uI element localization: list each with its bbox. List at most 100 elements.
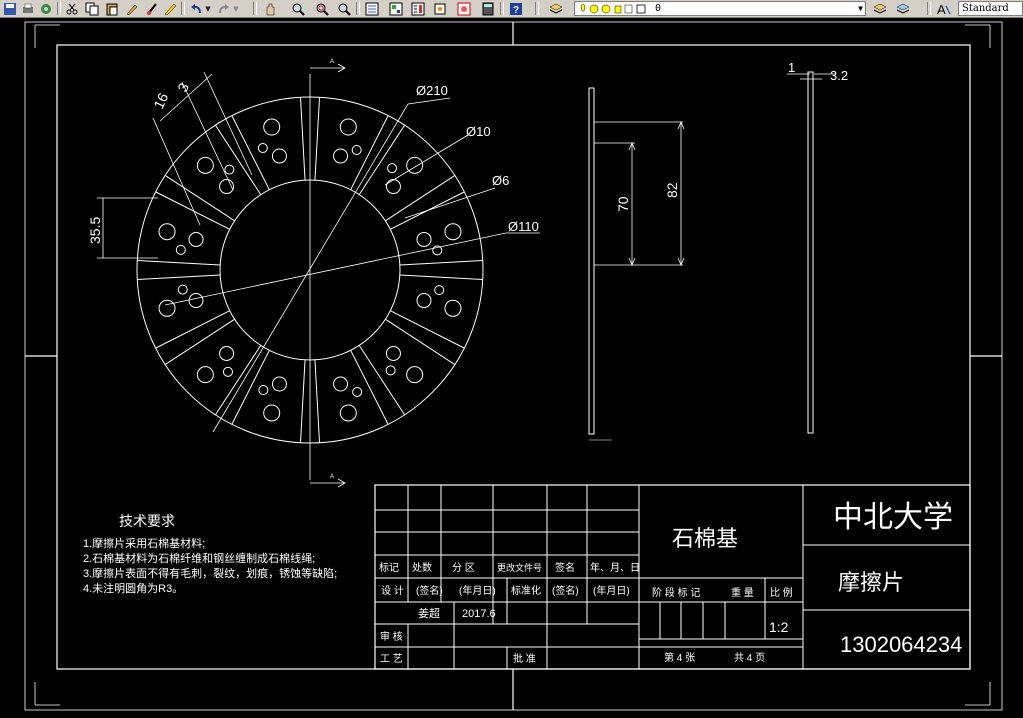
rivet-hole xyxy=(385,179,401,195)
rivet-hole xyxy=(271,148,287,164)
check-label: 审 核 xyxy=(380,630,403,643)
school-name: 中北大学 xyxy=(833,501,953,534)
undo-dropdown-icon[interactable]: ▼ xyxy=(204,1,212,16)
segment-groove xyxy=(299,97,306,181)
sheet-total: 共 4 页 xyxy=(734,652,765,664)
zoom-window-icon[interactable] xyxy=(314,1,330,16)
process-label: 工 艺 xyxy=(380,653,403,665)
stage-header: 阶 段 标 记 xyxy=(652,586,700,599)
note-item: 2.石棉基材料为石棉纤维和钢丝缠制成石棉线绳; xyxy=(83,551,315,565)
sheet-set-icon[interactable] xyxy=(432,1,448,16)
rivet-hole xyxy=(196,156,214,174)
cut-icon[interactable] xyxy=(64,1,80,16)
design-center-icon[interactable] xyxy=(388,1,404,16)
chevron-down-icon[interactable]: ▼ xyxy=(858,2,863,15)
paper-border xyxy=(24,21,1003,711)
plot-icon[interactable] xyxy=(20,1,36,16)
dim-3: 3 xyxy=(174,80,192,94)
pan-icon[interactable] xyxy=(262,1,278,16)
undo-icon[interactable] xyxy=(188,1,204,16)
match-properties-icon[interactable] xyxy=(124,1,140,16)
svg-text:?: ? xyxy=(513,5,519,16)
dim-1: 1 xyxy=(788,60,795,75)
calculator-icon[interactable] xyxy=(480,1,496,16)
rivet-hole xyxy=(258,385,269,396)
dim-82: 82 xyxy=(664,182,680,198)
rivet-hole xyxy=(333,148,349,164)
design-row-cell: (年月日) xyxy=(459,584,496,597)
rivet-hole xyxy=(188,293,204,309)
design-row-cell: (签名) xyxy=(552,584,579,597)
rivet-hole xyxy=(263,118,281,136)
design-date: 2017.6 xyxy=(462,608,496,620)
designer-name: 姜超 xyxy=(418,606,440,620)
rivet-hole xyxy=(188,231,204,247)
properties-icon[interactable] xyxy=(364,1,380,16)
rev-header: 处数 xyxy=(412,561,432,574)
segment-groove xyxy=(299,359,306,443)
approve-label: 批 准 xyxy=(513,652,536,665)
scale-header: 比 例 xyxy=(770,586,793,599)
rev-header: 年、月、日 xyxy=(590,561,640,574)
help-icon[interactable]: ? xyxy=(508,1,524,16)
layer-dropdown[interactable]: 0 ▼ xyxy=(574,1,866,16)
text-style-icon[interactable]: A xyxy=(936,1,952,16)
zoom-previous-icon[interactable] xyxy=(336,1,352,16)
tool-palettes-icon[interactable] xyxy=(410,1,426,16)
layer-manager-icon[interactable] xyxy=(548,1,564,16)
copy-icon[interactable] xyxy=(84,1,100,16)
weight-header: 重 量 xyxy=(731,586,754,599)
material-label: 石棉基 xyxy=(672,526,738,551)
toolbar: ▼ ▼ ? 0 ▼ A Standard xyxy=(0,0,1023,18)
segment-groove xyxy=(314,97,321,181)
segment-groove xyxy=(314,359,321,443)
edge-view xyxy=(787,71,835,434)
drawing-canvas[interactable]: A A Ø210 Ø10 Ø6 Ø110 16 3 35.5 70 82 1 3… xyxy=(0,18,1023,718)
svg-text:A: A xyxy=(330,474,334,480)
redo-dropdown-icon[interactable]: ▼ xyxy=(232,1,240,16)
save-icon[interactable] xyxy=(2,1,18,16)
rivet-hole xyxy=(385,345,401,361)
drawing-number: 1302064234 xyxy=(840,632,962,657)
design-row-cell: (年月日) xyxy=(593,584,630,597)
pencil-icon[interactable] xyxy=(162,1,178,16)
rivet-hole xyxy=(444,299,462,317)
rivet-hole xyxy=(339,404,357,422)
rivet-hole xyxy=(224,164,235,175)
dim-d6: Ø6 xyxy=(492,173,509,188)
rivet-hole xyxy=(416,231,432,247)
rivet-hole xyxy=(339,118,357,136)
dim-d10: Ø10 xyxy=(466,124,491,139)
paste-icon[interactable] xyxy=(104,1,120,16)
rivet-hole xyxy=(387,163,398,174)
rivet-hole xyxy=(219,345,235,361)
rivet-hole xyxy=(333,376,349,392)
layer-states-icon[interactable] xyxy=(895,1,911,16)
rivet-hole xyxy=(158,223,176,241)
layer-previous-icon[interactable] xyxy=(872,1,888,16)
rivet-hole xyxy=(416,293,432,309)
markup-icon[interactable] xyxy=(456,1,472,16)
dim-16: 16 xyxy=(150,90,171,111)
rivet-hole xyxy=(352,386,363,397)
rivet-hole xyxy=(406,366,424,384)
publish-icon[interactable] xyxy=(38,1,54,16)
rivet-hole xyxy=(434,285,445,296)
design-row-cell: (签名) xyxy=(416,584,443,597)
rivet-hole xyxy=(196,366,214,384)
text-style-dropdown[interactable]: Standard xyxy=(958,1,1023,16)
rivet-hole xyxy=(222,366,233,377)
zoom-realtime-icon[interactable] xyxy=(290,1,306,16)
rev-header: 签名 xyxy=(555,561,575,574)
sheet-number: 第 4 张 xyxy=(664,651,695,664)
rivet-hole xyxy=(271,376,287,392)
dim-d210: Ø210 xyxy=(416,83,448,98)
rivet-hole xyxy=(263,404,281,422)
notes-title: 技术要求 xyxy=(119,513,175,529)
redo-icon[interactable] xyxy=(216,1,232,16)
block-editor-icon[interactable] xyxy=(144,1,160,16)
segment-groove xyxy=(399,259,483,266)
svg-text:A: A xyxy=(937,2,946,16)
dim-35-5: 35.5 xyxy=(87,217,103,244)
note-item: 3.摩擦片表面不得有毛刺，裂纹，划痕，锈蚀等缺陷; xyxy=(83,566,337,580)
